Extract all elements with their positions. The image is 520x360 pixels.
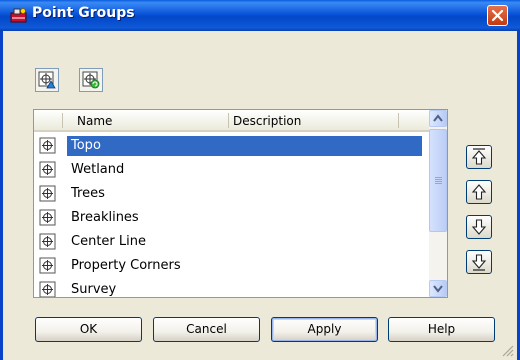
list-item-name: Wetland	[71, 162, 125, 177]
list-item-name: Topo	[67, 136, 422, 156]
thumb-grip	[435, 179, 442, 180]
point-group-icon	[39, 185, 56, 202]
move-down-icon	[471, 219, 487, 235]
point-group-properties-icon	[38, 71, 56, 89]
list-item[interactable]: Topo	[34, 134, 430, 158]
close-icon	[491, 9, 504, 22]
thumb-grip	[435, 181, 442, 182]
apply-button[interactable]: Apply	[271, 317, 378, 342]
cancel-button[interactable]: Cancel	[153, 317, 260, 342]
app-icon	[10, 7, 28, 24]
move-to-bottom-icon	[471, 254, 487, 271]
point-group-properties-button[interactable]	[35, 68, 59, 92]
list-item[interactable]: Trees	[34, 182, 430, 206]
vertical-scrollbar[interactable]	[429, 110, 447, 297]
chevron-down-icon	[433, 285, 443, 293]
list-item-name: Breaklines	[71, 210, 139, 225]
header-divider	[62, 113, 63, 128]
ok-button[interactable]: OK	[35, 317, 142, 342]
close-button[interactable]	[487, 5, 508, 26]
thumb-grip	[435, 183, 442, 184]
list-item-name: Property Corners	[71, 258, 181, 273]
point-group-icon	[39, 161, 56, 178]
list-item[interactable]: Property Corners	[34, 254, 430, 278]
scroll-thumb[interactable]	[429, 129, 447, 232]
point-group-icon	[39, 257, 56, 274]
point-group-icon	[39, 209, 56, 226]
point-group-update-button[interactable]	[79, 68, 103, 92]
column-header-description[interactable]: Description	[233, 114, 301, 128]
list-item[interactable]: Wetland	[34, 158, 430, 182]
point-group-icon	[39, 233, 56, 250]
point-groups-dialog: Point Groups Name Description Topo Wetla…	[0, 0, 520, 360]
point-group-icon	[39, 137, 56, 154]
move-to-top-button[interactable]	[466, 145, 492, 169]
list-item[interactable]: Breaklines	[34, 206, 430, 230]
window-frame-left	[0, 31, 3, 360]
point-group-update-icon	[82, 71, 100, 89]
list-item[interactable]: Center Line	[34, 230, 430, 254]
scroll-up-button[interactable]	[429, 110, 447, 127]
column-header-name[interactable]: Name	[77, 114, 112, 128]
move-to-top-icon	[471, 148, 487, 165]
move-up-button[interactable]	[466, 180, 492, 204]
scroll-down-button[interactable]	[429, 280, 447, 297]
list-item-name: Trees	[71, 186, 105, 201]
resize-grip-icon[interactable]	[500, 343, 514, 357]
help-button[interactable]: Help	[388, 317, 495, 342]
list-item-name: Survey	[71, 282, 117, 297]
move-up-icon	[471, 184, 487, 200]
thumb-grip	[435, 177, 442, 178]
header-divider	[228, 113, 229, 128]
move-down-button[interactable]	[466, 215, 492, 239]
chevron-up-icon	[433, 114, 443, 122]
point-group-list[interactable]: Name Description Topo Wetland Trees Brea…	[33, 109, 448, 298]
header-divider	[398, 113, 399, 128]
point-group-icon	[39, 281, 56, 297]
move-to-bottom-button[interactable]	[466, 250, 492, 274]
window-title: Point Groups	[32, 5, 135, 21]
list-item[interactable]: Survey	[34, 278, 430, 297]
title-bar[interactable]: Point Groups	[0, 0, 520, 31]
list-header: Name Description	[34, 110, 430, 132]
list-item-name: Center Line	[71, 234, 146, 249]
